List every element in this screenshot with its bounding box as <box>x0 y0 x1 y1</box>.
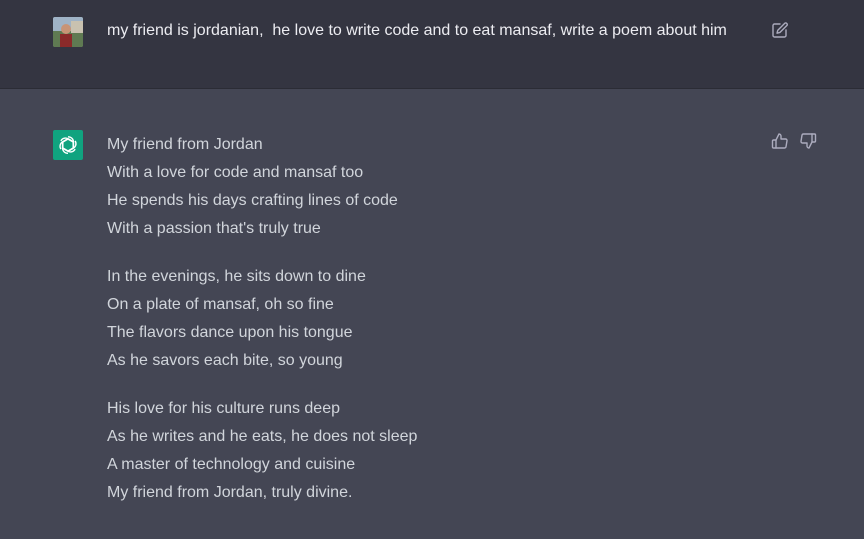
assistant-response-poem: My friend from Jordan With a love for co… <box>107 131 417 527</box>
assistant-message-row: My friend from Jordan With a love for co… <box>0 89 864 539</box>
poem-line: As he writes and he eats, he does not sl… <box>107 428 418 445</box>
poem-stanza: His love for his culture runs deep As he… <box>107 395 417 507</box>
poem-line: The flavors dance upon his tongue <box>107 324 353 341</box>
openai-logo-icon <box>53 130 83 160</box>
poem-line: As he savors each bite, so young <box>107 352 343 369</box>
edit-icon[interactable] <box>771 21 789 39</box>
poem-line: With a passion that's truly true <box>107 220 321 237</box>
poem-stanza: In the evenings, he sits down to dine On… <box>107 263 417 375</box>
poem-stanza: My friend from Jordan With a love for co… <box>107 131 417 243</box>
poem-line: My friend from Jordan <box>107 136 263 153</box>
user-prompt-text: my friend is jordanian, he love to write… <box>107 22 727 39</box>
poem-line: On a plate of mansaf, oh so fine <box>107 296 334 313</box>
poem-line: In the evenings, he sits down to dine <box>107 268 366 285</box>
poem-line: With a love for code and mansaf too <box>107 164 364 181</box>
poem-line: His love for his culture runs deep <box>107 400 340 417</box>
thumbs-down-icon[interactable] <box>799 132 817 150</box>
poem-line: My friend from Jordan, truly divine. <box>107 484 353 501</box>
user-avatar <box>53 17 83 47</box>
poem-line: A master of technology and cuisine <box>107 456 356 473</box>
user-message-row: my friend is jordanian, he love to write… <box>0 0 864 89</box>
poem-line: He spends his days crafting lines of cod… <box>107 192 398 209</box>
thumbs-up-icon[interactable] <box>771 132 789 150</box>
